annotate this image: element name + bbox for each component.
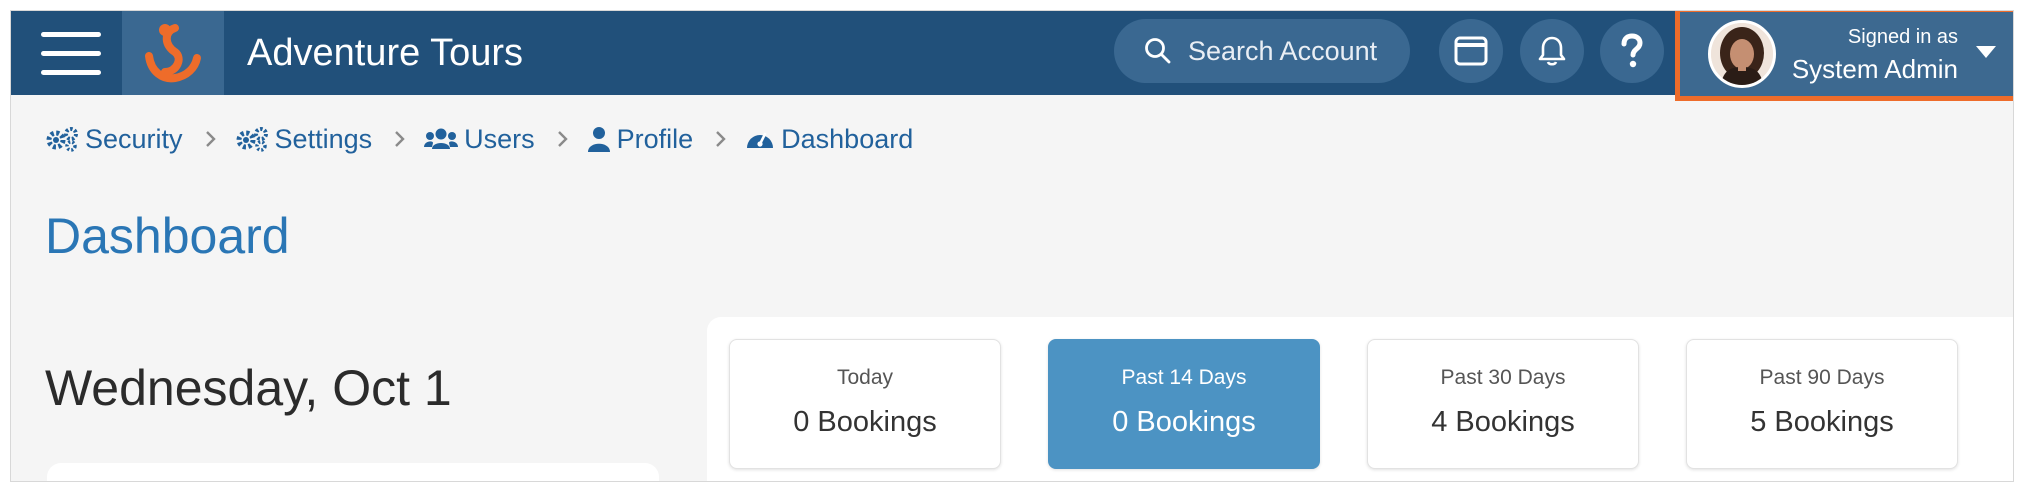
gears-icon [236,127,268,152]
breadcrumb-label: Profile [616,123,694,154]
help-button[interactable] [1600,19,1664,83]
chevron-right-icon [715,130,727,148]
user-name: System Admin [1791,54,1958,84]
breadcrumb-label: Dashboard [781,123,914,154]
current-date: Wednesday, Oct 1 [45,360,452,416]
breadcrumb-profile[interactable]: Profile [587,123,694,155]
search-account-input[interactable]: Search Account [1114,19,1410,83]
user-account-menu[interactable]: Signed in as System Admin [1675,11,2013,101]
logo-icon [145,24,201,83]
stat-count: 0 Bookings [793,406,937,438]
breadcrumb-label: Settings [274,123,373,154]
question-mark-icon [1621,33,1643,68]
avatar [1708,20,1776,88]
notifications-button[interactable] [1520,19,1584,83]
bookings-stats-panel: Today 0 Bookings Past 14 Days 0 Bookings… [707,317,2013,481]
stat-period: Today [836,366,894,389]
chevron-right-icon [394,130,406,148]
user-photo [1711,23,1773,85]
hamburger-menu-button[interactable] [23,11,119,95]
breadcrumb-label: Security [85,123,183,154]
stat-period: Past 14 Days [1121,366,1247,389]
breadcrumb: Security Settings Users Profile Dashboar… [45,121,913,157]
window-button[interactable] [1439,19,1503,83]
menu-line [41,31,101,37]
chevron-right-icon [205,130,217,148]
breadcrumb-users[interactable]: Users [424,124,535,155]
search-placeholder: Search Account [1188,35,1378,66]
gears-icon [46,127,78,152]
breadcrumb-security[interactable]: Security [45,124,183,155]
stat-period: Past 30 Days [1440,366,1566,389]
menu-line [41,69,101,75]
app-title: Adventure Tours [247,32,524,74]
top-navigation-bar: Adventure Tours Search Account Signed in… [11,11,2013,101]
menu-line [41,50,101,56]
stat-card-past-14-days[interactable]: Past 14 Days 0 Bookings [1048,339,1320,469]
gauge-icon [747,132,774,148]
page-title: Dashboard [45,208,290,264]
left-panel-card [47,463,659,481]
stat-count: 5 Bookings [1750,406,1894,438]
breadcrumb-settings[interactable]: Settings [235,123,373,155]
stat-card-past-30-days[interactable]: Past 30 Days 4 Bookings [1367,339,1639,469]
search-icon [1145,38,1171,64]
stat-period: Past 90 Days [1759,366,1885,389]
bell-icon [1538,36,1566,66]
signed-in-label: Signed in as [1847,26,1958,48]
breadcrumb-dashboard[interactable]: Dashboard [745,124,913,155]
stat-count: 4 Bookings [1431,406,1575,438]
chevron-right-icon [557,130,569,148]
app-window: Adventure Tours Search Account Signed in… [10,10,2014,482]
users-icon [424,128,459,149]
chevron-down-icon [1976,46,1996,58]
app-logo[interactable] [122,11,224,95]
user-icon [587,127,610,152]
window-icon [1454,36,1488,66]
stat-card-today[interactable]: Today 0 Bookings [729,339,1001,469]
stat-card-past-90-days[interactable]: Past 90 Days 5 Bookings [1686,339,1958,469]
breadcrumb-label: Users [464,123,535,154]
stat-count: 0 Bookings [1112,406,1256,438]
